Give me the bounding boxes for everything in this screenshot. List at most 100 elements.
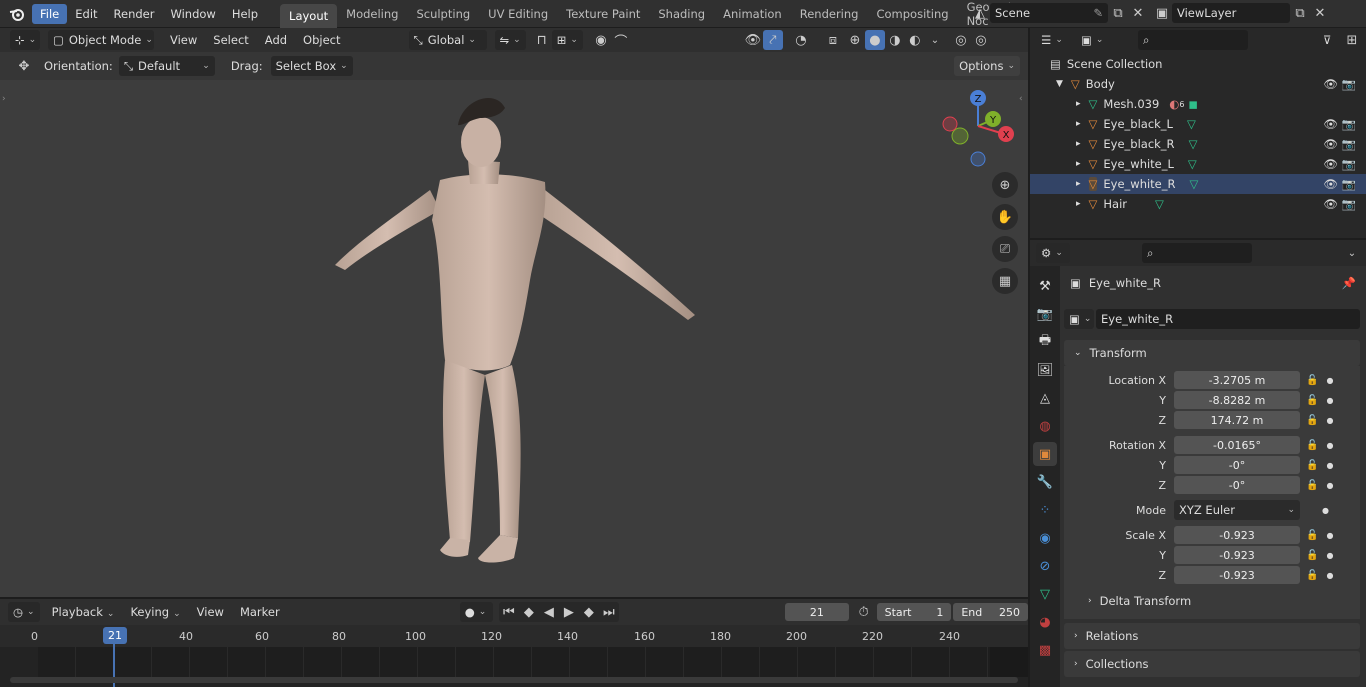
outliner-row-scene-collection[interactable]: ▤ Scene Collection — [1030, 54, 1366, 74]
camera-icon[interactable]: 📷 — [1342, 157, 1356, 171]
jump-start-icon[interactable]: ⏮ — [499, 602, 519, 622]
data-tab-icon[interactable]: ▽ — [1033, 582, 1057, 606]
expand-arrow-icon[interactable]: ▸ — [1076, 139, 1081, 149]
expand-arrow-icon[interactable]: ▸ — [1076, 159, 1081, 169]
scene-selector[interactable]: Scene ✎ — [990, 3, 1108, 23]
expand-arrow-icon[interactable]: ▸ — [1076, 99, 1081, 109]
visibility-icon[interactable]: 👁 — [743, 30, 763, 50]
render-tab-icon[interactable]: 📷 — [1033, 302, 1057, 326]
editor-maximize-icon[interactable]: ◎ — [971, 30, 991, 50]
stopwatch-icon[interactable]: ⏱ — [855, 602, 873, 622]
menu-help[interactable]: Help — [224, 4, 266, 24]
collapse-arrow-icon[interactable]: ⌄ — [1074, 348, 1082, 358]
playback-menu[interactable]: Playback ⌄ — [44, 602, 123, 622]
snap-icon[interactable]: ⊓ — [532, 30, 552, 50]
menu-window[interactable]: Window — [162, 4, 223, 24]
keyframe-dot-icon[interactable]: ● — [1326, 396, 1333, 405]
rotation-x-field[interactable]: -0.0165° — [1174, 436, 1300, 454]
delta-transform-subpanel[interactable]: › Delta Transform — [1064, 589, 1360, 613]
drag-dropdown[interactable]: Select Box ⌄ — [270, 56, 353, 76]
viewport-menu-object[interactable]: Object — [295, 30, 348, 50]
modifier-tab-icon[interactable]: 🔧 — [1033, 470, 1057, 494]
expand-arrow-icon[interactable]: ▸ — [1076, 179, 1081, 189]
playhead-marker[interactable]: 21 — [103, 627, 127, 644]
outliner-editor-type-dropdown[interactable]: ☰ ⌄ — [1036, 30, 1070, 50]
outliner-row[interactable]: ▸ ▽ Hair ▽ 👁 📷 — [1030, 194, 1366, 214]
editor-type-dropdown[interactable]: ⊹ ⌄ — [10, 30, 40, 50]
new-scene-icon[interactable]: ⧉ — [1108, 3, 1128, 23]
timeline-editor-type-dropdown[interactable]: ◷ ⌄ — [8, 602, 40, 622]
gizmo-neg-y[interactable] — [951, 127, 969, 145]
current-frame-field[interactable]: 21 — [784, 603, 849, 621]
view-layer-selector[interactable]: ViewLayer — [1172, 3, 1290, 23]
shading-rendered-icon[interactable]: ◐ — [905, 30, 925, 50]
object-data-dropdown[interactable]: ▣ ⌄ — [1064, 309, 1094, 329]
zoom-icon[interactable]: ⊕ — [992, 172, 1018, 198]
location-z-field[interactable]: 174.72 m — [1174, 411, 1300, 429]
camera-icon[interactable]: 📷 — [1342, 197, 1356, 211]
new-collection-icon[interactable]: ⊞ — [1342, 30, 1362, 50]
keyframe-dot-icon[interactable]: ● — [1326, 416, 1333, 425]
lock-icon[interactable]: 🔓 — [1306, 440, 1318, 451]
eye-icon[interactable]: 👁 — [1323, 157, 1338, 171]
pin-icon[interactable]: ✎ — [1093, 6, 1103, 20]
workspace-tab-modeling[interactable]: Modeling — [337, 0, 407, 28]
snap-target-dropdown[interactable]: ⊞ ⌄ — [551, 30, 583, 50]
keyframe-dot-icon[interactable]: ● — [1326, 531, 1333, 540]
pivot-dropdown[interactable]: ⇋ ⌄ — [494, 30, 526, 50]
object-tab-icon[interactable]: ▣ — [1033, 442, 1057, 466]
mode-dropdown[interactable]: ▢ Object Mode ⌄ — [48, 30, 154, 50]
rotation-mode-dropdown[interactable]: XYZ Euler ⌄ — [1174, 500, 1300, 520]
shading-solid-icon[interactable]: ● — [864, 30, 885, 50]
transform-panel-header[interactable]: ⌄ Transform — [1064, 340, 1360, 366]
physics-tab-icon[interactable]: ◉ — [1033, 526, 1057, 550]
play-reverse-icon[interactable]: ◀ — [539, 602, 559, 622]
falloff-icon[interactable]: ⌒ — [611, 30, 631, 50]
keyframe-dot-icon[interactable]: ● — [1326, 481, 1333, 490]
collections-panel-header[interactable]: › Collections — [1064, 651, 1360, 677]
eye-icon[interactable]: 👁 — [1323, 137, 1338, 151]
outliner-row[interactable]: ▸ ▽ Eye_black_L ▽ 👁 📷 — [1030, 114, 1366, 134]
new-view-layer-icon[interactable]: ⧉ — [1290, 3, 1310, 23]
shading-options-icon[interactable]: ⌄ — [925, 30, 945, 50]
shading-wireframe-icon[interactable]: ⊕ — [845, 30, 865, 50]
xray-icon[interactable]: ⧈ — [823, 30, 843, 50]
viewport-menu-select[interactable]: Select — [205, 30, 256, 50]
jump-end-icon[interactable]: ⏭ — [599, 602, 619, 622]
perspective-toggle-icon[interactable]: ▦ — [992, 268, 1018, 294]
gizmo-neg-z[interactable] — [970, 151, 986, 167]
constraints-tab-icon[interactable]: ⊘ — [1033, 554, 1057, 578]
menu-edit[interactable]: Edit — [67, 4, 105, 24]
play-icon[interactable]: ▶ — [559, 602, 579, 622]
texture-tab-icon[interactable]: ▩ — [1033, 638, 1057, 662]
eye-icon[interactable]: 👁 — [1323, 117, 1338, 131]
keying-menu[interactable]: Keying ⌄ — [122, 602, 188, 622]
scale-x-field[interactable]: -0.923 — [1174, 526, 1300, 544]
remove-view-layer-icon[interactable]: ✕ — [1310, 3, 1330, 23]
output-tab-icon[interactable]: 🖶 — [1033, 330, 1057, 354]
rotation-z-field[interactable]: -0° — [1174, 476, 1300, 494]
location-y-field[interactable]: -8.8282 m — [1174, 391, 1300, 409]
tool-tab-icon[interactable]: ⚒ — [1033, 274, 1057, 298]
outliner-row-selected[interactable]: ▸ ▽ Eye_white_R ▽ 👁 📷 — [1030, 174, 1366, 194]
orientation-dropdown[interactable]: ⤡ Default ⌄ — [118, 56, 215, 76]
outliner-row[interactable]: ▸ ▽ Eye_white_L ▽ 👁 📷 — [1030, 154, 1366, 174]
move-tool-icon[interactable]: ✥ — [14, 56, 34, 76]
frame-ruler[interactable]: 0 40 60 80 100 120 140 160 180 200 220 2… — [0, 625, 1028, 647]
properties-editor-type-dropdown[interactable]: ⚙ ⌄ — [1036, 243, 1070, 263]
expand-arrow-icon[interactable]: › — [1088, 596, 1092, 606]
properties-search-input[interactable]: ⌕ — [1142, 243, 1252, 263]
transform-orientation-dropdown[interactable]: ⤡ Global ⌄ — [408, 30, 487, 50]
camera-icon[interactable]: 📷 — [1342, 117, 1356, 131]
properties-options-icon[interactable]: ⌄ — [1342, 243, 1362, 263]
shading-material-icon[interactable]: ◑ — [885, 30, 905, 50]
viewport-menu-view[interactable]: View — [162, 30, 205, 50]
keyframe-dot-icon[interactable]: ● — [1322, 506, 1329, 515]
workspace-tab-uv-editing[interactable]: UV Editing — [479, 0, 557, 28]
keyframe-dot-icon[interactable]: ● — [1326, 571, 1333, 580]
camera-icon[interactable]: 📷 — [1342, 77, 1356, 91]
workspace-tab-texture-paint[interactable]: Texture Paint — [557, 0, 649, 28]
editor-split-icon[interactable]: ◎ — [951, 30, 971, 50]
timeline-area[interactable]: 0 40 60 80 100 120 140 160 180 200 220 2… — [0, 625, 1028, 687]
workspace-tab-shading[interactable]: Shading — [649, 0, 714, 28]
